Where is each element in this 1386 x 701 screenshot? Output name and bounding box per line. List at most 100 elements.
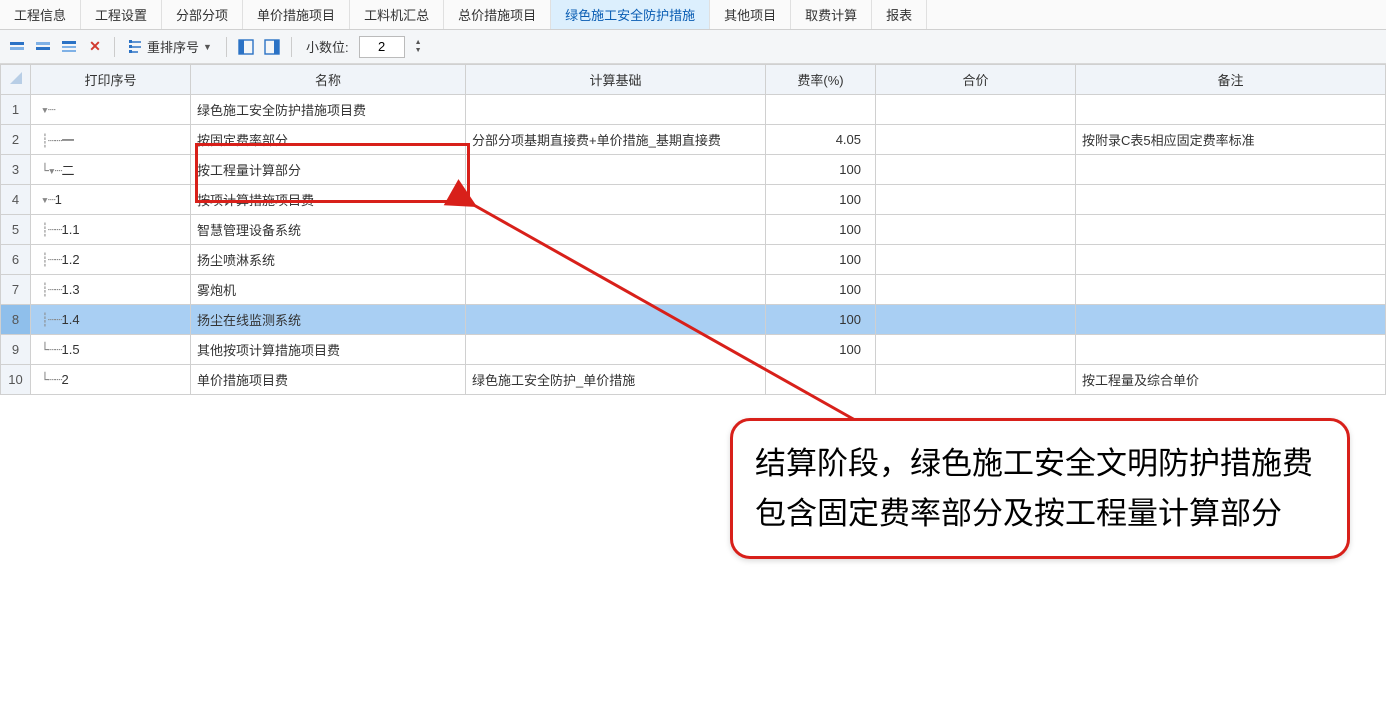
insert-group-icon[interactable] [58, 36, 80, 58]
total-cell[interactable] [876, 275, 1076, 305]
tab-2[interactable]: 分部分项 [162, 0, 243, 29]
name-cell[interactable]: 按固定费率部分 [191, 125, 466, 155]
grid-tool-a-icon[interactable] [235, 36, 257, 58]
col-rate-header[interactable]: 费率(%) [766, 65, 876, 95]
row-number[interactable]: 8 [1, 305, 31, 335]
seq-cell[interactable]: ┊┈┈1.4 [31, 305, 191, 335]
tab-1[interactable]: 工程设置 [81, 0, 162, 29]
seq-cell[interactable]: └┈┈2 [31, 365, 191, 395]
seq-cell[interactable]: ┊┈┈1.1 [31, 215, 191, 245]
spin-up-icon[interactable]: ▲ [413, 39, 424, 47]
delete-icon[interactable]: ✕ [84, 36, 106, 58]
rate-cell[interactable]: 100 [766, 275, 876, 305]
total-cell[interactable] [876, 185, 1076, 215]
basis-cell[interactable] [466, 185, 766, 215]
grid-tool-b-icon[interactable] [261, 36, 283, 58]
col-seq-header[interactable]: 打印序号 [31, 65, 191, 95]
col-basis-header[interactable]: 计算基础 [466, 65, 766, 95]
name-cell[interactable]: 按项计算措施项目费 [191, 185, 466, 215]
total-cell[interactable] [876, 155, 1076, 185]
decimals-spinner[interactable]: ▲ ▼ [413, 39, 424, 55]
name-cell[interactable]: 其他按项计算措施项目费 [191, 335, 466, 365]
rate-cell[interactable]: 100 [766, 335, 876, 365]
tab-6[interactable]: 绿色施工安全防护措施 [551, 0, 710, 29]
row-number[interactable]: 10 [1, 365, 31, 395]
basis-cell[interactable] [466, 275, 766, 305]
rate-cell[interactable]: 100 [766, 305, 876, 335]
rate-cell[interactable]: 100 [766, 215, 876, 245]
remark-cell[interactable] [1076, 155, 1386, 185]
total-cell[interactable] [876, 245, 1076, 275]
row-number[interactable]: 6 [1, 245, 31, 275]
tab-3[interactable]: 单价措施项目 [243, 0, 350, 29]
basis-cell[interactable]: 分部分项基期直接费+单价措施_基期直接费 [466, 125, 766, 155]
decimals-input[interactable] [359, 36, 405, 58]
name-cell[interactable]: 扬尘喷淋系统 [191, 245, 466, 275]
tab-0[interactable]: 工程信息 [0, 0, 81, 29]
remark-cell[interactable] [1076, 335, 1386, 365]
corner-cell[interactable] [1, 65, 31, 95]
total-cell[interactable] [876, 125, 1076, 155]
rate-cell[interactable]: 4.05 [766, 125, 876, 155]
rate-cell[interactable]: 100 [766, 245, 876, 275]
table-row[interactable]: 9 └┈┈1.5其他按项计算措施项目费100 [1, 335, 1386, 365]
remark-cell[interactable] [1076, 185, 1386, 215]
row-number[interactable]: 2 [1, 125, 31, 155]
table-row[interactable]: 6 ┊┈┈1.2扬尘喷淋系统 100 [1, 245, 1386, 275]
name-cell[interactable]: 按工程量计算部分 [191, 155, 466, 185]
basis-cell[interactable]: 绿色施工安全防护_单价措施 [466, 365, 766, 395]
col-name-header[interactable]: 名称 [191, 65, 466, 95]
total-cell[interactable] [876, 215, 1076, 245]
tab-7[interactable]: 其他项目 [710, 0, 791, 29]
remark-cell[interactable] [1076, 245, 1386, 275]
table-row[interactable]: 4 ▾┈1按项计算措施项目费100 [1, 185, 1386, 215]
name-cell[interactable]: 智慧管理设备系统 [191, 215, 466, 245]
rate-cell[interactable] [766, 95, 876, 125]
resort-button[interactable]: 重排序号 ▼ [123, 35, 218, 59]
name-cell[interactable]: 绿色施工安全防护措施项目费 [191, 95, 466, 125]
tab-5[interactable]: 总价措施项目 [444, 0, 551, 29]
row-number[interactable]: 7 [1, 275, 31, 305]
table-row[interactable]: 7 ┊┈┈1.3雾炮机 100 [1, 275, 1386, 305]
col-total-header[interactable]: 合价 [876, 65, 1076, 95]
table-row[interactable]: 10 └┈┈2单价措施项目费绿色施工安全防护_单价措施 按工程量及综合单价 [1, 365, 1386, 395]
remark-cell[interactable]: 按工程量及综合单价 [1076, 365, 1386, 395]
basis-cell[interactable] [466, 305, 766, 335]
name-cell[interactable]: 雾炮机 [191, 275, 466, 305]
tab-9[interactable]: 报表 [872, 0, 927, 29]
basis-cell[interactable] [466, 335, 766, 365]
row-number[interactable]: 3 [1, 155, 31, 185]
seq-cell[interactable]: ▾┈ [31, 95, 191, 125]
remark-cell[interactable] [1076, 95, 1386, 125]
table-row[interactable]: 8 ┊┈┈1.4扬尘在线监测系统 100 [1, 305, 1386, 335]
table-row[interactable]: 2┊┈┈一按固定费率部分分部分项基期直接费+单价措施_基期直接费4.05 按附录C… [1, 125, 1386, 155]
seq-cell[interactable]: ┊┈┈1.2 [31, 245, 191, 275]
total-cell[interactable] [876, 365, 1076, 395]
basis-cell[interactable] [466, 155, 766, 185]
row-number[interactable]: 4 [1, 185, 31, 215]
basis-cell[interactable] [466, 95, 766, 125]
name-cell[interactable]: 单价措施项目费 [191, 365, 466, 395]
insert-row-below-icon[interactable] [32, 36, 54, 58]
tab-4[interactable]: 工料机汇总 [350, 0, 444, 29]
remark-cell[interactable] [1076, 215, 1386, 245]
seq-cell[interactable]: ▾┈1 [31, 185, 191, 215]
rate-cell[interactable] [766, 365, 876, 395]
name-cell[interactable]: 扬尘在线监测系统 [191, 305, 466, 335]
seq-cell[interactable]: ┊┈┈1.3 [31, 275, 191, 305]
spin-down-icon[interactable]: ▼ [413, 47, 424, 55]
insert-row-above-icon[interactable] [6, 36, 28, 58]
remark-cell[interactable] [1076, 275, 1386, 305]
table-row[interactable]: 5 ┊┈┈1.1智慧管理设备系统100 [1, 215, 1386, 245]
remark-cell[interactable]: 按附录C表5相应固定费率标准 [1076, 125, 1386, 155]
total-cell[interactable] [876, 335, 1076, 365]
remark-cell[interactable] [1076, 305, 1386, 335]
row-number[interactable]: 9 [1, 335, 31, 365]
table-row[interactable]: 3└▾┈二按工程量计算部分100 [1, 155, 1386, 185]
seq-cell[interactable]: └▾┈二 [31, 155, 191, 185]
row-number[interactable]: 1 [1, 95, 31, 125]
seq-cell[interactable]: ┊┈┈一 [31, 125, 191, 155]
total-cell[interactable] [876, 95, 1076, 125]
tab-8[interactable]: 取费计算 [791, 0, 872, 29]
col-remark-header[interactable]: 备注 [1076, 65, 1386, 95]
